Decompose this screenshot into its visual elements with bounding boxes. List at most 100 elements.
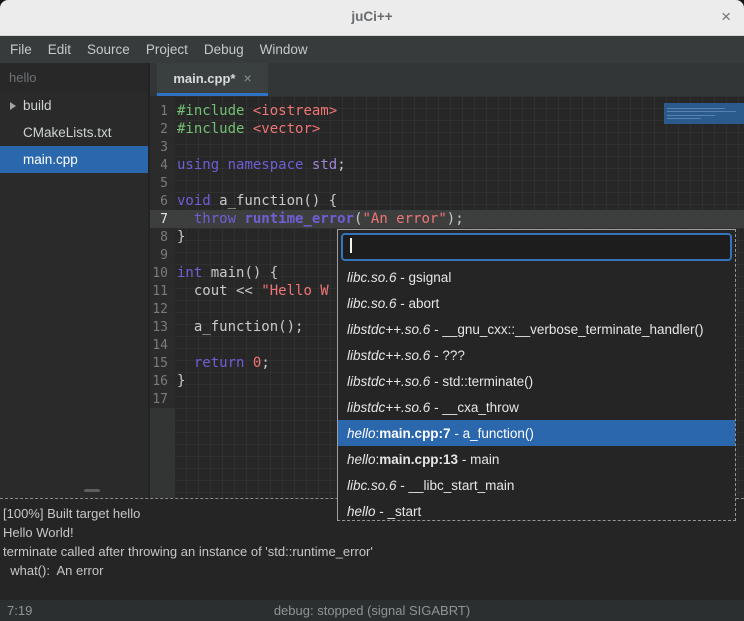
token-str: <vector> [253, 121, 320, 137]
frame-library: libstdc++.so.6 [347, 348, 430, 363]
backtrace-item[interactable]: libc.so.6 - __libc_start_main [338, 472, 735, 498]
backtrace-item[interactable]: hello:main.cpp:13 - main [338, 446, 735, 472]
code-text: cout << "Hello W [175, 283, 329, 299]
token-str: <iostream> [253, 103, 337, 119]
token-pp: #include [177, 103, 244, 119]
code-line: 7 throw runtime_error("An error"); [150, 210, 744, 228]
token-fg: cout << [177, 283, 261, 299]
output-line: terminate called after throwing an insta… [3, 542, 744, 561]
token-fg: main() { [202, 265, 278, 281]
line-number: 5 [150, 176, 175, 191]
token-kw: using [177, 157, 219, 173]
line-number: 10 [150, 266, 175, 281]
token-fg [177, 211, 194, 227]
output-line: Hello World! [3, 523, 744, 542]
token-ns: std [312, 157, 337, 173]
backtrace-item[interactable]: libstdc++.so.6 - __cxa_throw [338, 394, 735, 420]
token-fg [219, 157, 227, 173]
frame-function: _start [388, 504, 422, 519]
token-fg: ; [261, 355, 269, 371]
backtrace-item[interactable]: libc.so.6 - abort [338, 290, 735, 316]
scrollbar-handle[interactable] [84, 489, 100, 492]
frame-library: libc.so.6 [347, 270, 397, 285]
line-number: 1 [150, 104, 175, 119]
sidebar-item-cmakelists-txt[interactable]: CMakeLists.txt [0, 119, 148, 146]
frame-separator: - [430, 400, 442, 415]
line-number: 17 [150, 392, 175, 407]
menu-item-window[interactable]: Window [252, 37, 316, 62]
code-text: throw runtime_error("An error"); [175, 211, 464, 227]
line-number: 9 [150, 248, 175, 263]
frame-separator: - [430, 348, 442, 363]
token-fg [177, 355, 194, 371]
expander-icon[interactable] [10, 102, 16, 110]
frame-separator: - [451, 426, 463, 441]
menu-item-file[interactable]: File [2, 37, 40, 62]
frame-separator: - [430, 374, 442, 389]
frame-function: __libc_start_main [409, 478, 515, 493]
token-fg [244, 121, 252, 137]
backtrace-item[interactable]: libc.so.6 - gsignal [338, 264, 735, 290]
frame-function: std::terminate() [442, 374, 533, 389]
token-fg: ; [337, 157, 345, 173]
backtrace-item[interactable]: hello - _start [338, 498, 735, 524]
backtrace-popup: libc.so.6 - gsignallibc.so.6 - abortlibs… [337, 229, 736, 521]
frame-separator: - [397, 270, 409, 285]
line-number: 7 [150, 212, 175, 227]
doc-tooltip-textline [667, 115, 715, 116]
doc-tooltip-textline [667, 118, 701, 119]
menu-item-project[interactable]: Project [138, 37, 196, 62]
code-text: void a_function() { [175, 193, 337, 209]
app-window: juCi++ × FileEditSourceProjectDebugWindo… [0, 0, 744, 621]
statusbar: 7:19 debug: stopped (signal SIGABRT) [0, 600, 744, 621]
code-text: } [175, 229, 185, 245]
tabbar: main.cpp* × [150, 63, 744, 96]
titlebar[interactable]: juCi++ × [0, 0, 744, 36]
frame-function: gsignal [409, 270, 452, 285]
token-pp: #include [177, 121, 244, 137]
frame-location: main.cpp:7 [379, 426, 450, 441]
menu-item-source[interactable]: Source [79, 37, 138, 62]
line-number: 16 [150, 374, 175, 389]
line-number: 11 [150, 284, 175, 299]
frame-function: __cxa_throw [442, 400, 519, 415]
token-fg [244, 103, 252, 119]
line-number: 3 [150, 140, 175, 155]
code-line: 4using namespace std; [150, 156, 744, 174]
frame-separator: - [397, 296, 409, 311]
token-fg [303, 157, 311, 173]
sidebar-item-main-cpp[interactable]: main.cpp [0, 146, 148, 173]
line-number: 13 [150, 320, 175, 335]
token-kw: int [177, 265, 202, 281]
backtrace-item[interactable]: libstdc++.so.6 - __gnu_cxx::__verbose_te… [338, 316, 735, 342]
output-line: what(): An error [3, 561, 744, 580]
frame-function: ??? [442, 348, 465, 363]
backtrace-item[interactable]: hello:main.cpp:7 - a_function() [338, 420, 735, 446]
frame-function: main [470, 452, 499, 467]
menu-item-debug[interactable]: Debug [196, 37, 252, 62]
close-icon[interactable]: × [721, 8, 731, 25]
doc-tooltip-textline [667, 111, 736, 112]
project-name: hello [0, 63, 148, 92]
token-str: "Hello W [261, 283, 328, 299]
sidebar-item-build[interactable]: build [0, 92, 148, 119]
code-text: #include <iostream> [175, 103, 337, 119]
gutter-tail [150, 408, 175, 498]
token-fg: a_function(); [177, 319, 303, 335]
file-tree-panel[interactable]: hello buildCMakeLists.txtmain.cpp [0, 63, 148, 498]
tab-main-cpp[interactable]: main.cpp* × [157, 63, 268, 93]
doc-tooltip-textline [667, 108, 725, 109]
menu-item-edit[interactable]: Edit [40, 37, 79, 62]
backtrace-item[interactable]: libstdc++.so.6 - ??? [338, 342, 735, 368]
frame-library: libc.so.6 [347, 478, 397, 493]
filter-input[interactable] [341, 233, 732, 261]
line-number: 15 [150, 356, 175, 371]
token-str: "An error" [362, 211, 446, 227]
tab-close-icon[interactable]: × [243, 70, 251, 86]
line-number: 12 [150, 302, 175, 317]
backtrace-list: libc.so.6 - gsignallibc.so.6 - abortlibs… [338, 264, 735, 524]
backtrace-item[interactable]: libstdc++.so.6 - std::terminate() [338, 368, 735, 394]
code-text: return 0; [175, 355, 270, 371]
frame-location: main.cpp:13 [379, 452, 458, 467]
frame-function: __gnu_cxx::__verbose_terminate_handler() [442, 322, 703, 337]
